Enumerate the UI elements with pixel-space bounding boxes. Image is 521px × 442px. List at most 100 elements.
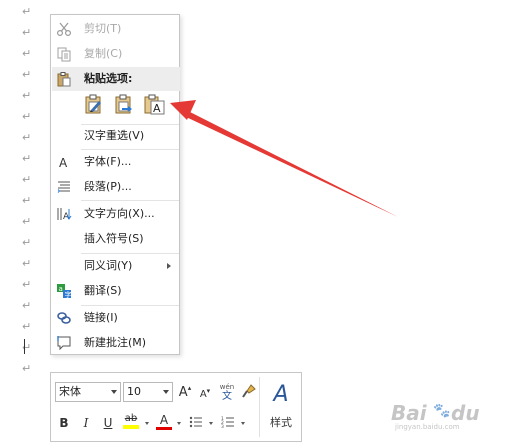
menu-item-label: 翻译(S) [84,284,122,297]
paw-icon: 🐾 [433,403,451,419]
menu-item-text-direction[interactable]: A 文字方向(X)... [51,202,179,226]
grow-font-button[interactable]: A ▴ [177,382,193,402]
svg-text:a: a [59,285,63,293]
font-name-value: 宋体 [59,385,81,398]
menu-item-synonyms[interactable]: 同义词(Y) [51,254,179,278]
text-direction-icon: A [55,205,73,223]
underline-button[interactable]: U [101,413,115,433]
paste-merge-format-icon [113,93,135,119]
paste-text-only-icon: A [143,93,165,119]
paste-options-header: 粘贴选项: [52,67,180,91]
highlight-color-bar [123,425,139,429]
chevron-down-icon [163,390,169,394]
menu-item-label: 字体(F)... [84,155,132,168]
menu-item-new-comment[interactable]: 新建批注(M) [51,331,179,355]
paragraph-mark: ↵ [22,362,32,375]
paste-options-label: 粘贴选项: [84,72,133,85]
format-painter-button[interactable] [241,382,257,402]
submenu-arrow-icon [167,263,171,269]
copy-icon [55,45,73,63]
shrink-font-button[interactable]: A ▾ [197,384,213,404]
menu-item-link[interactable]: 链接(I) [51,306,179,330]
paste-merge-format-button[interactable] [111,93,137,119]
paragraph-mark: ↵ [22,5,32,18]
paragraph-mark: ↵ [22,110,32,123]
menu-item-label: 剪切(T) [84,22,122,35]
menu-item-insert-symbol[interactable]: 插入符号(S) [51,227,179,251]
menu-item-cut[interactable]: 剪切(T) [51,17,179,41]
font-color-bar [156,426,172,430]
text-cursor [24,339,25,354]
watermark-sub: jingyan.baidu.com [395,423,460,431]
menu-item-reconvert[interactable]: 汉字重选(V) [51,124,179,148]
svg-text:3: 3 [221,424,224,429]
menu-item-translate[interactable]: a字 翻译(S) [51,279,179,303]
underline-glyph: U [103,416,113,430]
menu-item-label: 同义词(Y) [84,259,133,272]
chevron-down-icon[interactable] [145,422,149,425]
highlight-glyph: ab [124,413,138,424]
paragraph-mark: ↵ [22,194,32,207]
highlight-button[interactable]: ab [121,411,141,431]
translate-icon: a字 [55,282,73,300]
numbering-button[interactable]: 123 [219,413,237,433]
font-size-combo[interactable]: 10 [123,382,173,402]
phonetic-guide-char: 文 [222,391,232,402]
paragraph-mark: ↵ [22,320,32,333]
italic-button[interactable]: I [79,413,93,433]
chevron-down-icon[interactable] [241,422,245,425]
mini-toolbar: 宋体 10 A ▴ A ▾ wén 文 B I U ab A 1 2 3 A 样… [50,372,302,442]
format-painter-icon [242,383,256,401]
menu-item-paragraph[interactable]: 段落(P)... [51,175,179,199]
menu-item-label: 汉字重选(V) [84,129,145,142]
clipboard-icon [55,70,73,88]
context-menu: 剪切(T) 复制(C) 粘贴选项: A 汉字重选(V) A 字体(F)... 段… [50,14,180,355]
watermark-text: Bai [391,401,427,425]
comment-icon [55,334,73,352]
watermark-du: du [451,401,480,425]
paragraph-mark: ↵ [22,257,32,270]
menu-item-label: 复制(C) [84,47,123,60]
paste-keep-format-button[interactable] [81,93,107,119]
menu-item-label: 段落(P)... [84,180,132,193]
baidu-watermark: Bai 🐾 du jingyan.baidu.com [391,401,511,431]
shrink-font-glyph: A [199,388,207,400]
menu-item-label: 插入符号(S) [84,232,144,245]
phonetic-guide-button[interactable]: wén 文 [217,379,237,405]
styles-button[interactable]: A 样式 [263,377,299,435]
font-color-glyph: A [159,412,169,427]
paragraph-mark: ↵ [22,278,32,291]
chevron-down-icon[interactable] [177,422,181,425]
paragraph-mark: ↵ [22,26,32,39]
scissors-icon [55,20,73,38]
paragraph-mark: ↵ [22,152,32,165]
styles-icon: A [273,382,289,407]
font-color-button[interactable]: A [155,411,173,431]
font-icon: A [55,153,73,171]
bold-button[interactable]: B [57,413,71,433]
paste-buttons-row: A [81,93,177,123]
paste-keep-format-icon [83,93,105,119]
chevron-down-icon [111,390,117,394]
menu-item-font[interactable]: A 字体(F)... [51,150,179,174]
paragraph-mark: ↵ [22,299,32,312]
menu-item-label: 新建批注(M) [84,336,147,349]
menu-item-label: 链接(I) [84,311,118,324]
paragraph-mark: ↵ [22,131,32,144]
paragraph-icon [55,178,73,196]
toolbar-separator [259,377,260,437]
grow-font-glyph: A [178,384,188,400]
paragraph-mark: ↵ [22,47,32,60]
svg-text:A: A [59,156,68,170]
bullets-button[interactable] [187,413,205,433]
menu-item-copy[interactable]: 复制(C) [51,42,179,66]
paragraph-mark: ↵ [22,89,32,102]
svg-text:字: 字 [65,290,72,299]
paragraph-mark: ↵ [22,236,32,249]
menu-item-label: 文字方向(X)... [84,207,155,220]
paste-text-only-button[interactable]: A [141,93,167,119]
menu-separator [81,200,179,201]
chevron-down-icon[interactable] [209,422,213,425]
font-name-combo[interactable]: 宋体 [55,382,121,402]
svg-text:A: A [153,102,161,115]
